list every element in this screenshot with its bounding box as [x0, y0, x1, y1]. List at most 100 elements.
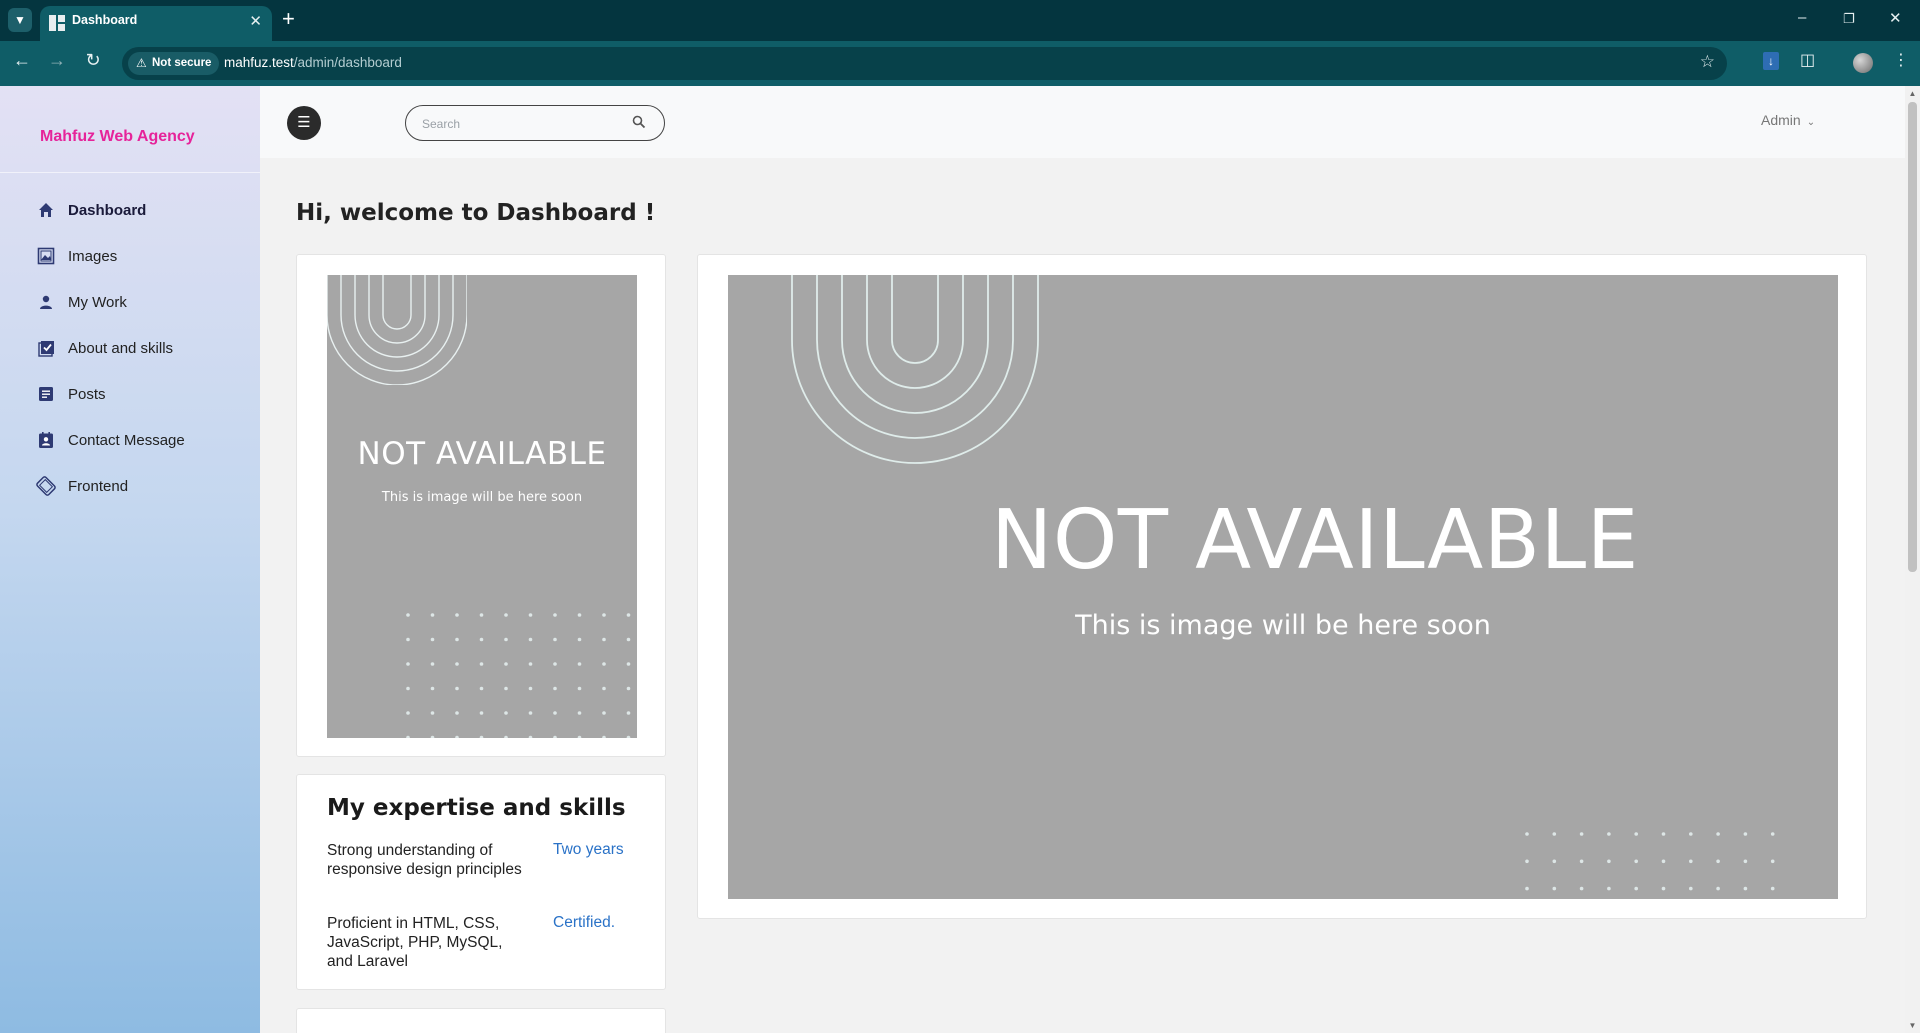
- sidebar-item-images[interactable]: Images: [36, 244, 246, 268]
- skill-description: Proficient in HTML, CSS, JavaScript, PHP…: [327, 915, 503, 970]
- dot: [553, 613, 557, 617]
- tab-search-button[interactable]: ▼: [8, 8, 32, 32]
- sidebar-item-about-and-skills[interactable]: About and skills: [36, 336, 246, 360]
- dot: [455, 711, 459, 715]
- dots-decoration: [406, 613, 631, 738]
- search-input[interactable]: [422, 115, 622, 133]
- dot: [479, 613, 484, 617]
- dot: [1661, 859, 1666, 864]
- dot: [455, 735, 459, 738]
- dot: [1689, 859, 1693, 864]
- dot: [455, 662, 459, 666]
- top-header: ☰ Admin ⌄: [260, 86, 1905, 158]
- reload-icon[interactable]: ↻: [79, 50, 107, 71]
- forward-icon[interactable]: →: [43, 50, 71, 71]
- sidebar-item-dashboard[interactable]: Dashboard: [36, 198, 246, 222]
- dot: [430, 686, 435, 691]
- dot: [1661, 886, 1666, 891]
- dot: [577, 686, 582, 691]
- page-favicon-icon: [49, 15, 65, 31]
- dot: [577, 613, 582, 617]
- minimize-icon[interactable]: –: [1798, 9, 1806, 26]
- dot: [504, 686, 508, 691]
- security-label: Not secure: [152, 57, 212, 69]
- bookmark-star-icon[interactable]: ☆: [1700, 52, 1715, 72]
- dot: [577, 637, 582, 642]
- dot: [577, 711, 582, 715]
- search-box: [405, 105, 665, 141]
- dot: [1607, 886, 1611, 891]
- chevron-down-icon: ⌄: [1806, 117, 1816, 128]
- user-menu[interactable]: Admin ⌄: [1761, 112, 1815, 128]
- user-menu-label: Admin: [1761, 112, 1801, 128]
- security-chip[interactable]: ⚠ Not secure: [128, 52, 220, 75]
- dot: [528, 711, 533, 715]
- extensions-icon[interactable]: ◫: [1800, 50, 1815, 70]
- dot: [479, 735, 484, 738]
- dot: [602, 735, 606, 738]
- dots-decoration: [1525, 832, 1775, 891]
- arc-decoration: [791, 275, 1039, 464]
- arc-decoration: [327, 275, 467, 385]
- sidebar-item-label: Posts: [68, 385, 106, 403]
- placeholder-subtitle: This is image will be here soon: [381, 490, 583, 505]
- dot: [479, 662, 484, 666]
- dot: [479, 686, 484, 691]
- scrollbar-thumb[interactable]: [1908, 102, 1917, 572]
- new-tab-button[interactable]: +: [282, 7, 295, 31]
- dot: [602, 662, 606, 666]
- dot: [528, 613, 533, 617]
- dot: [406, 662, 410, 666]
- dot: [1525, 832, 1529, 836]
- contact-icon: [36, 430, 56, 450]
- sidebar-item-contact-message[interactable]: Contact Message: [36, 428, 246, 452]
- dot: [479, 637, 484, 642]
- dot: [626, 711, 631, 715]
- dot: [528, 735, 533, 738]
- sidebar-item-frontend[interactable]: Frontend: [36, 474, 246, 498]
- dot: [602, 637, 606, 642]
- dot: [1716, 859, 1720, 864]
- dot: [430, 662, 435, 666]
- dot: [1689, 886, 1693, 891]
- user-icon: [36, 292, 56, 312]
- sidebar-item-posts[interactable]: Posts: [36, 382, 246, 406]
- browser-tab-strip: ▼ Dashboard ✕ + – ❐ ✕: [0, 0, 1920, 41]
- dot: [1525, 886, 1529, 891]
- address-bar[interactable]: ⚠ Not secure mahfuz.test/admin/dashboard…: [122, 47, 1727, 80]
- menu-toggle-button[interactable]: ☰: [287, 106, 321, 140]
- dot: [1770, 859, 1775, 864]
- tab-title: Dashboard: [72, 13, 138, 27]
- url-text[interactable]: mahfuz.test/admin/dashboard: [224, 55, 402, 70]
- browser-tab-dashboard[interactable]: Dashboard ✕: [40, 6, 272, 41]
- sidebar-item-label: Contact Message: [68, 431, 185, 449]
- dot: [1634, 832, 1638, 836]
- sidebar-divider: [0, 172, 260, 173]
- dot: [430, 637, 435, 642]
- placeholder-subtitle: This is image will be here soon: [1075, 610, 1491, 641]
- skill-duration: Two years: [553, 841, 624, 858]
- dot: [1552, 886, 1557, 891]
- restore-icon[interactable]: ❐: [1843, 11, 1855, 27]
- sidebar-item-my-work[interactable]: My Work: [36, 290, 246, 314]
- sidebar: Mahfuz Web Agency Dashboard Images My Wo…: [0, 86, 260, 1033]
- window-close-icon[interactable]: ✕: [1889, 9, 1902, 27]
- dot: [528, 662, 533, 666]
- scroll-down-icon[interactable]: ▼: [1908, 1021, 1917, 1030]
- dot: [504, 711, 508, 715]
- tab-close-icon[interactable]: ✕: [249, 12, 262, 30]
- scroll-up-icon[interactable]: ▲: [1908, 89, 1917, 98]
- dot: [504, 613, 508, 617]
- brand-logo-text[interactable]: Mahfuz Web Agency: [40, 128, 195, 146]
- sidebar-item-label: About and skills: [68, 339, 174, 357]
- search-icon[interactable]: [632, 115, 648, 131]
- download-icon[interactable]: ↓: [1763, 52, 1779, 70]
- dot: [626, 735, 631, 738]
- dot: [626, 686, 631, 691]
- profile-avatar[interactable]: [1853, 53, 1873, 73]
- warning-icon: ⚠: [136, 56, 147, 70]
- browser-menu-icon[interactable]: ⋮: [1893, 50, 1909, 70]
- back-icon[interactable]: ←: [8, 50, 36, 71]
- dot: [1579, 859, 1584, 864]
- page-scrollbar[interactable]: ▲ ▼: [1905, 86, 1920, 1033]
